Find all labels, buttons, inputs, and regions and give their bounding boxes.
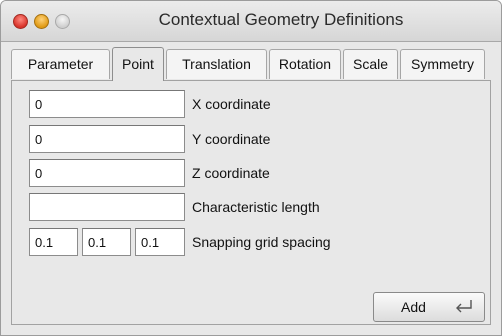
tab-parameter[interactable]: Parameter	[11, 49, 110, 79]
dialog-window: Contextual Geometry Definitions Paramete…	[0, 0, 502, 336]
y-coordinate-label: Y coordinate	[192, 131, 271, 147]
y-coordinate-input[interactable]	[29, 125, 185, 153]
snapping-y-input[interactable]	[82, 228, 131, 256]
z-coordinate-label: Z coordinate	[192, 165, 270, 181]
window-title: Contextual Geometry Definitions	[158, 10, 404, 29]
tab-translation[interactable]: Translation	[166, 49, 267, 79]
snapping-x-input[interactable]	[29, 228, 78, 256]
x-coordinate-label: X coordinate	[192, 96, 271, 112]
close-window-button[interactable]	[13, 14, 28, 29]
title-bar[interactable]: Contextual Geometry Definitions	[1, 1, 501, 42]
return-arrow-icon	[452, 298, 474, 319]
minimize-window-button[interactable]	[34, 14, 49, 29]
tab-symmetry[interactable]: Symmetry	[400, 49, 485, 79]
tab-rotation[interactable]: Rotation	[269, 49, 341, 79]
snapping-z-input[interactable]	[135, 228, 185, 256]
tab-scale[interactable]: Scale	[343, 49, 398, 79]
add-button[interactable]: Add	[373, 292, 485, 322]
snapping-grid-label: Snapping grid spacing	[192, 234, 331, 250]
z-coordinate-input[interactable]	[29, 159, 185, 187]
zoom-window-button[interactable]	[55, 14, 70, 29]
x-coordinate-input[interactable]	[29, 90, 185, 118]
characteristic-length-label: Characteristic length	[192, 199, 320, 215]
tab-point[interactable]: Point	[112, 47, 164, 81]
add-button-label: Add	[401, 299, 426, 315]
tab-bar: Parameter Point Translation Rotation Sca…	[11, 47, 491, 81]
characteristic-length-input[interactable]	[29, 193, 185, 221]
